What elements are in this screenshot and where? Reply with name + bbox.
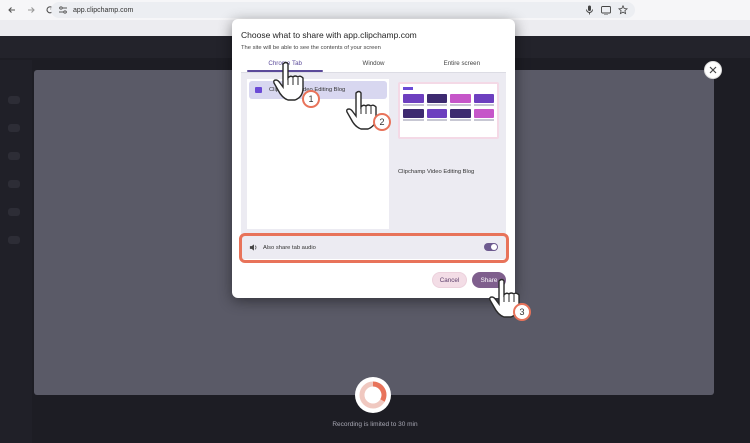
arrow-left-icon (8, 7, 15, 13)
audio-highlight-frame (239, 233, 509, 263)
tab-preview-thumbnail (398, 82, 499, 139)
dialog-subtitle: The site will be able to see the content… (241, 45, 381, 51)
tab-window[interactable]: Window (329, 58, 417, 72)
close-stage-button[interactable] (704, 61, 722, 79)
recording-limit-note: Recording is limited to 30 min (332, 421, 418, 428)
microphone-icon[interactable] (583, 3, 595, 17)
left-rail (0, 60, 32, 443)
rail-item (8, 208, 20, 216)
step-badge-3: 3 (513, 303, 531, 321)
dialog-title: Choose what to share with app.clipchamp.… (241, 30, 417, 40)
record-progress-icon (359, 381, 387, 409)
clipchamp-favicon-icon (255, 87, 262, 93)
rail-item (8, 152, 20, 160)
cancel-button[interactable]: Cancel (432, 272, 467, 288)
preview-grid (400, 92, 497, 123)
step-badge-1: 1 (302, 90, 320, 108)
rail-item (8, 236, 20, 244)
rail-item (8, 96, 20, 104)
preview-label: Clipchamp Video Editing Blog (398, 169, 475, 175)
rail-item (8, 180, 20, 188)
rail-item (8, 124, 20, 132)
pointer-hand-icon (273, 61, 304, 101)
star-icon[interactable] (617, 3, 629, 17)
preview-logo (403, 86, 413, 90)
arrow-right-icon (28, 7, 35, 13)
site-info-icon[interactable] (57, 4, 69, 16)
browser-toolbar: app.clipchamp.com (0, 0, 750, 20)
url-text: app.clipchamp.com (73, 6, 134, 14)
back-button[interactable] (5, 3, 19, 17)
close-icon (709, 66, 717, 74)
cast-icon[interactable] (600, 3, 612, 17)
forward-button[interactable] (24, 3, 38, 17)
record-button[interactable] (355, 377, 391, 413)
tab-entire-screen[interactable]: Entire screen (418, 58, 506, 72)
address-bar[interactable]: app.clipchamp.com (51, 2, 635, 18)
step-badge-2: 2 (373, 113, 391, 131)
